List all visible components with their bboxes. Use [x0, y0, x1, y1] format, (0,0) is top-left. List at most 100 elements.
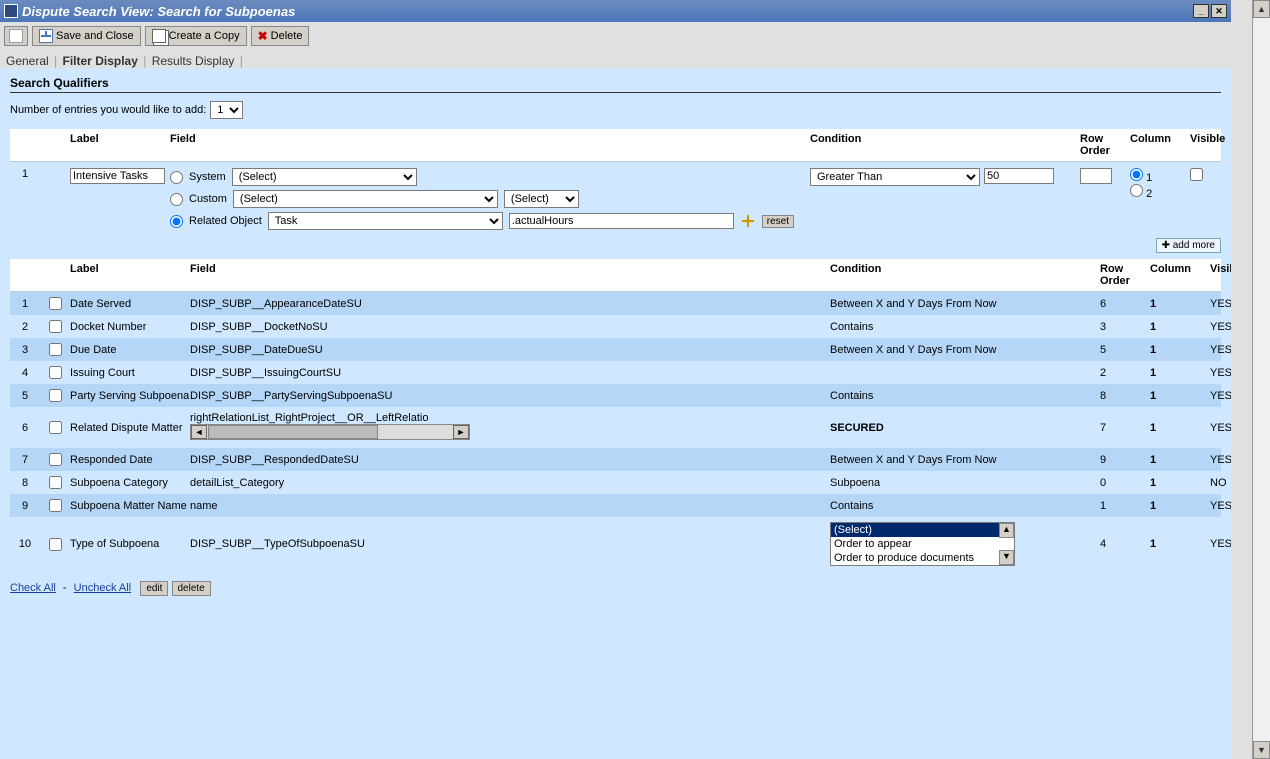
row-label: Date Served	[70, 298, 190, 310]
file-icon	[9, 29, 23, 43]
tab-general[interactable]: General	[6, 54, 49, 68]
row-checkbox[interactable]	[49, 538, 62, 551]
condition-value-input[interactable]	[984, 168, 1054, 184]
tab-filter-display[interactable]: Filter Display	[63, 54, 138, 68]
row-checkbox[interactable]	[49, 366, 62, 379]
table-row: 5Party Serving SubpoenaDISP_SUBP__PartyS…	[10, 384, 1221, 407]
visible-checkbox[interactable]	[1190, 168, 1203, 181]
row-visible: YES	[1210, 538, 1231, 550]
lookup-icon[interactable]	[740, 213, 756, 229]
row-checkbox[interactable]	[49, 297, 62, 310]
save-icon	[39, 29, 53, 43]
row-column: 1	[1150, 454, 1210, 466]
file-button[interactable]	[4, 26, 28, 46]
row-field: name	[190, 500, 830, 512]
table-row: 9Subpoena Matter NamenameContains11YES	[10, 494, 1221, 517]
related-attr-input[interactable]	[509, 213, 734, 229]
condition-operator-select[interactable]: Greater Than	[810, 168, 980, 186]
tab-results-display[interactable]: Results Display	[152, 54, 235, 68]
page-scrollbar[interactable]: ▲ ▼	[1252, 0, 1270, 759]
row-checkbox[interactable]	[49, 453, 62, 466]
header2-column: Column	[1150, 263, 1210, 287]
uncheck-all-link[interactable]: Uncheck All	[74, 582, 131, 594]
row-condition: Contains	[830, 321, 1100, 333]
row-visible: YES	[1210, 422, 1231, 434]
row-field: DISP_SUBP__TypeOfSubpoenaSU	[190, 538, 830, 550]
system-select[interactable]: (Select)	[232, 168, 417, 186]
add-more-button[interactable]: ✚ add more	[1156, 238, 1221, 253]
row-visible: YES	[1210, 390, 1231, 402]
scroll-up-icon[interactable]: ▲	[1253, 0, 1270, 18]
row-condition: Subpoena	[830, 477, 1100, 489]
close-button[interactable]: ✕	[1211, 4, 1227, 18]
delete-button[interactable]: ✖Delete	[251, 26, 310, 46]
row-number: 2	[10, 321, 40, 333]
row-order: 9	[1100, 454, 1150, 466]
table-row: 6Related Dispute MatterrightRelationList…	[10, 407, 1221, 448]
row-column: 1	[1150, 321, 1210, 333]
column-1-radio[interactable]	[1130, 168, 1143, 181]
window-title: Dispute Search View: Search for Subpoena…	[22, 4, 295, 19]
table-row: 10Type of SubpoenaDISP_SUBP__TypeOfSubpo…	[10, 517, 1221, 571]
row-order: 2	[1100, 367, 1150, 379]
field-type-custom-label: Custom	[189, 193, 227, 205]
row-label: Type of Subpoena	[70, 538, 190, 550]
row-column: 1	[1150, 390, 1210, 402]
condition-listbox[interactable]: ▲(Select)Order to appearOrder to produce…	[830, 522, 1015, 566]
row-field: DISP_SUBP__RespondedDateSU	[190, 454, 830, 466]
scroll-down-icon[interactable]: ▼	[1253, 741, 1270, 759]
delete-icon: ✖	[258, 29, 268, 43]
field-type-custom-radio[interactable]	[170, 193, 183, 206]
row-checkbox[interactable]	[49, 476, 62, 489]
field-scrollbar[interactable]: ◄►	[190, 424, 470, 440]
row-order-input[interactable]	[1080, 168, 1112, 184]
app-icon	[4, 4, 18, 18]
row-visible: YES	[1210, 454, 1231, 466]
header2-visible: Visible	[1210, 263, 1231, 287]
header-visible: Visible	[1190, 133, 1231, 157]
header2-label: Label	[70, 263, 190, 287]
toolbar: Save and Close Create a Copy ✖Delete	[0, 22, 1231, 50]
row-checkbox[interactable]	[49, 499, 62, 512]
related-object-select[interactable]: Task	[268, 212, 503, 230]
row-order: 0	[1100, 477, 1150, 489]
row-number: 9	[10, 500, 40, 512]
edit-button[interactable]: edit	[140, 581, 168, 596]
row-checkbox[interactable]	[49, 343, 62, 356]
table-row: 1Date ServedDISP_SUBP__AppearanceDateSUB…	[10, 292, 1221, 315]
reset-button[interactable]: reset	[762, 215, 794, 228]
column-2-radio[interactable]	[1130, 184, 1143, 197]
field-type-related-radio[interactable]	[170, 215, 183, 228]
save-close-button[interactable]: Save and Close	[32, 26, 141, 46]
field-type-system-radio[interactable]	[170, 171, 183, 184]
row-label: Subpoena Category	[70, 477, 190, 489]
row-order: 6	[1100, 298, 1150, 310]
row-condition: Between X and Y Days From Now	[830, 298, 1100, 310]
check-all-link[interactable]: Check All	[10, 582, 56, 594]
custom-select-1[interactable]: (Select)	[233, 190, 498, 208]
custom-select-2[interactable]: (Select)	[504, 190, 579, 208]
row-column: 1	[1150, 538, 1210, 550]
header-label: Label	[70, 133, 170, 157]
header2-field: Field	[190, 263, 830, 287]
row-number: 6	[10, 422, 40, 434]
row-order: 7	[1100, 422, 1150, 434]
header-row-order: Row Order	[1080, 133, 1130, 157]
row-checkbox[interactable]	[49, 320, 62, 333]
delete-rows-button[interactable]: delete	[172, 581, 211, 596]
row-label: Docket Number	[70, 321, 190, 333]
row-checkbox[interactable]	[49, 389, 62, 402]
qualifier-label-input[interactable]	[70, 168, 165, 184]
row-column: 1	[1150, 477, 1210, 489]
row-checkbox[interactable]	[49, 421, 62, 434]
row-field: detailList_Category	[190, 477, 830, 489]
row-number: 1	[10, 298, 40, 310]
row-visible: YES	[1210, 500, 1231, 512]
minimize-button[interactable]: _	[1193, 4, 1209, 18]
add-entries-select[interactable]: 1	[210, 101, 243, 119]
qualifier-num: 1	[10, 168, 40, 180]
create-copy-button[interactable]: Create a Copy	[145, 26, 247, 46]
row-visible: YES	[1210, 298, 1231, 310]
table-row: 7Responded DateDISP_SUBP__RespondedDateS…	[10, 448, 1221, 471]
row-order: 3	[1100, 321, 1150, 333]
